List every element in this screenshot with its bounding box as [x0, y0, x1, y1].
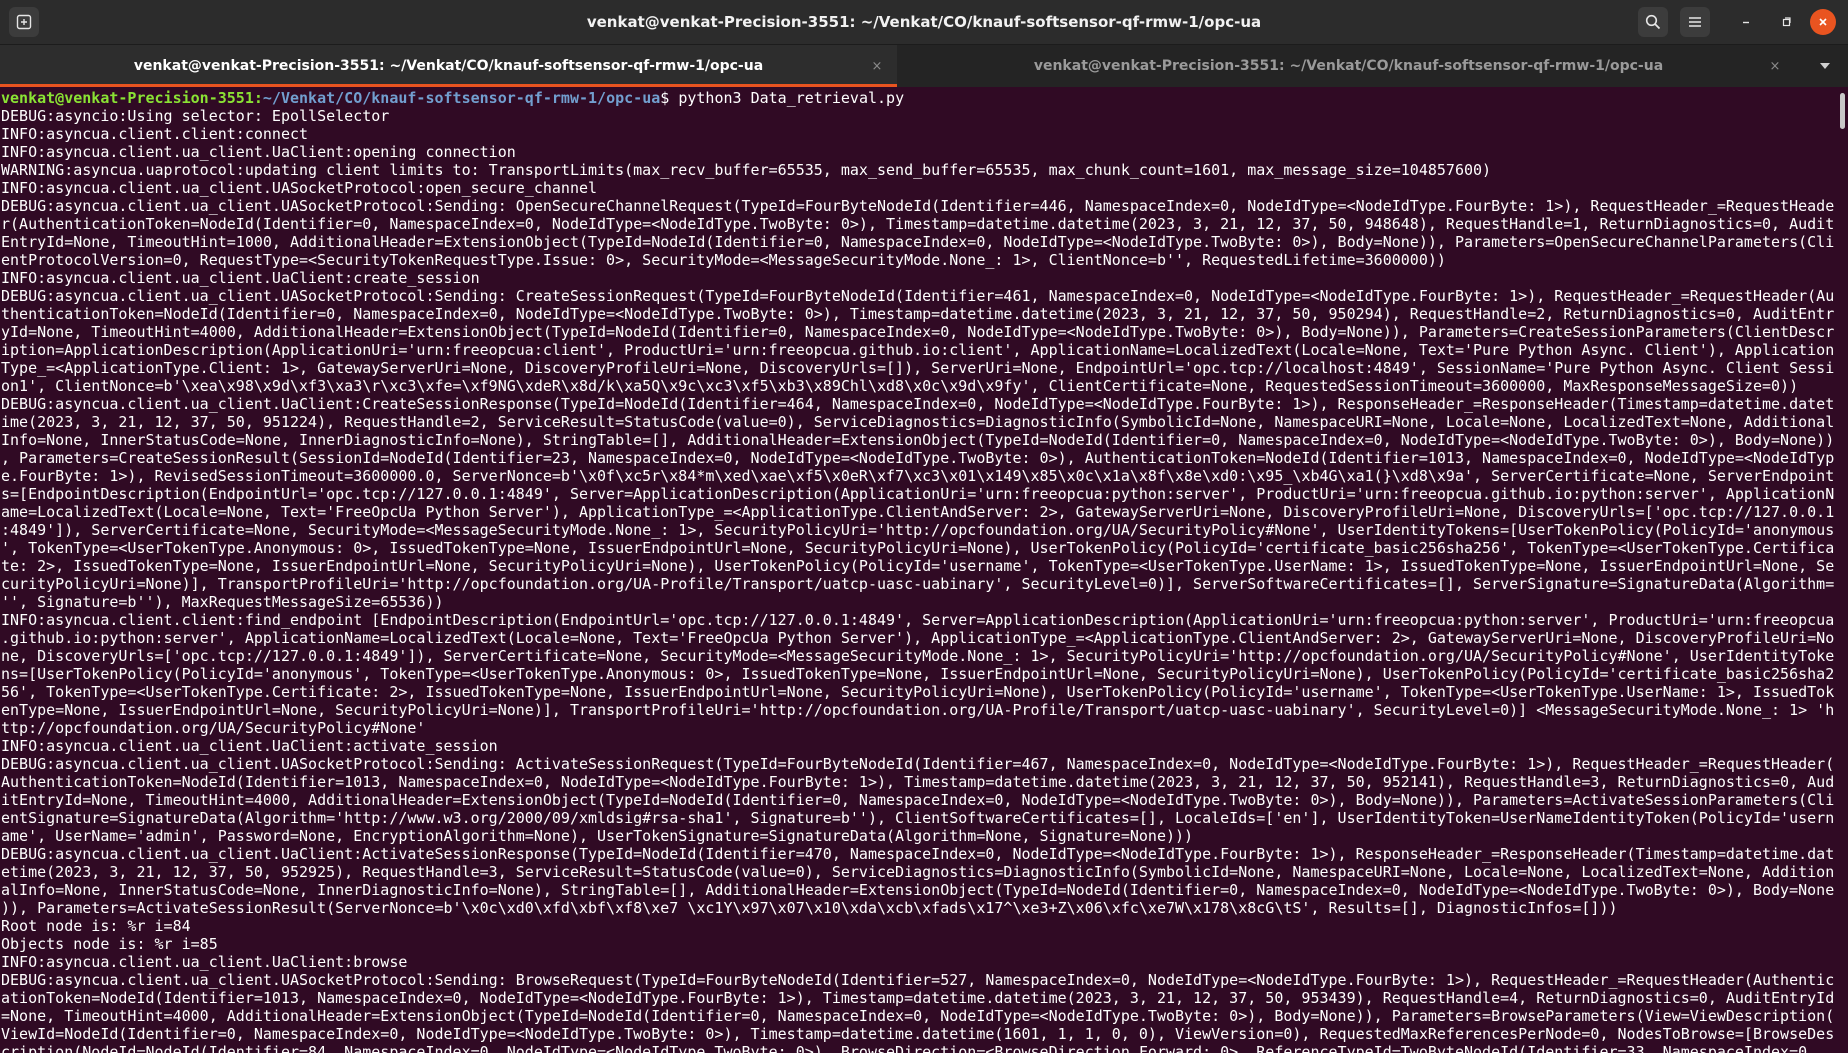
search-icon [1645, 14, 1661, 30]
tab-label: venkat@venkat-Precision-3551: ~/Venkat/C… [133, 58, 764, 74]
minimize-button[interactable] [1731, 7, 1761, 37]
terminal-line: DEBUG:asyncua.client.ua_client.UASocketP… [1, 287, 1835, 305]
terminal-line: ', TokenType=<UserTokenType.Anonymous: 0… [1, 539, 1835, 557]
terminal-line: '', Signature=b''), MaxRequestMessageSiz… [1, 593, 444, 611]
maximize-button[interactable] [1771, 7, 1801, 37]
prompt-symbol: $ [660, 89, 679, 107]
window-titlebar: venkat@venkat-Precision-3551: ~/Venkat/C… [0, 0, 1848, 45]
terminal-lines: venkat@venkat-Precision-3551:~/Venkat/CO… [0, 89, 1836, 1053]
prompt-command: python3 Data_retrieval.py [678, 89, 905, 107]
terminal-line: Info=None, InnerStatusCode=None, InnerDi… [1, 431, 1835, 449]
tab-close-icon[interactable]: × [1766, 57, 1784, 75]
terminal-line: te: 2>, IssuedTokenType=None, IssuerEndp… [1, 557, 1835, 575]
terminal-line: etime(2023, 3, 21, 12, 37, 50, 952925), … [1, 863, 1835, 881]
tab-terminal-1[interactable]: venkat@venkat-Precision-3551: ~/Venkat/C… [0, 45, 897, 87]
terminal-line: on1', ClientNonce=b'\xea\x98\x9d\xf3\xa3… [1, 377, 1799, 395]
terminal-line: alInfo=None, InnerStatusCode=None, Inner… [1, 881, 1835, 899]
search-button[interactable] [1638, 7, 1668, 37]
window-title: venkat@venkat-Precision-3551: ~/Venkat/C… [586, 13, 1262, 31]
chevron-down-icon[interactable] [1818, 61, 1832, 71]
terminal-line: ne, DiscoveryUrls=['opc.tcp://127.0.0.1:… [1, 647, 1835, 665]
terminal-line: EntryId=None, TimeoutHint=1000, Addition… [1, 233, 1835, 251]
maximize-icon [1782, 17, 1791, 27]
terminal-line: :4849']), ServerCertificate=None, Securi… [1, 521, 1835, 539]
terminal-line: itEntryId=None, TimeoutHint=4000, Additi… [1, 791, 1835, 809]
prompt-user-host: venkat@venkat-Precision-3551 [1, 89, 254, 107]
terminal-line: cription(NodeId=NodeId(Identifier=84, Na… [1, 1043, 1808, 1053]
tab-label: venkat@venkat-Precision-3551: ~/Venkat/C… [1033, 58, 1664, 74]
terminal-line: INFO:asyncua.client.ua_client.UaClient:o… [1, 143, 516, 161]
prompt-path: ~/Venkat/CO/knauf-softsensor-qf-rmw-1/op… [262, 89, 661, 107]
terminal-line: DEBUG:asyncua.client.ua_client.UASocketP… [1, 971, 1835, 989]
terminal-line: thenticationToken=NodeId(Identifier=0, N… [1, 305, 1835, 323]
terminal-line: ime(2023, 3, 21, 12, 37, 50, 951224), Re… [1, 413, 1835, 431]
hamburger-menu-icon [1689, 17, 1701, 27]
terminal-scrollbar[interactable] [1837, 89, 1848, 1053]
terminal-line: ViewId=NodeId(Identifier=0, NamespaceInd… [1, 1025, 1835, 1043]
terminal-line: e.FourByte: 1>), RevisedSessionTimeout=3… [1, 467, 1835, 485]
terminal-line: Root node is: %r i=84 [1, 917, 191, 935]
terminal-line: ationToken=NodeId(Identifier=1013, Names… [1, 989, 1835, 1007]
terminal-line: curityPolicyUri=None)], TransportProfile… [1, 575, 1835, 593]
terminal-line: DEBUG:asyncua.client.ua_client.UaClient:… [1, 845, 1835, 863]
menu-button[interactable] [1680, 7, 1710, 37]
terminal-output[interactable]: venkat@venkat-Precision-3551:~/Venkat/CO… [0, 89, 1836, 1053]
terminal-line: =None, TimeoutHint=4000, AdditionalHeade… [1, 1007, 1835, 1025]
scrollbar-thumb[interactable] [1840, 93, 1845, 129]
close-icon [1819, 18, 1827, 26]
terminal-line: entSignature=SignatureData(Algorithm='ht… [1, 809, 1835, 827]
terminal-line: ame', UserName='admin', Password=None, E… [1, 827, 1194, 845]
terminal-line: INFO:asyncua.client.ua_client.UaClient:a… [1, 737, 498, 755]
terminal-line: enType=None, IssuerEndpointUrl=None, Sec… [1, 701, 1835, 719]
terminal-line: INFO:asyncua.client.client:find_endpoint… [1, 611, 1835, 629]
terminal-line: DEBUG:asyncua.client.ua_client.UaClient:… [1, 395, 1835, 413]
terminal-line: .github.io:python:server', ApplicationNa… [1, 629, 1835, 647]
terminal-line: INFO:asyncua.client.ua_client.UaClient:c… [1, 269, 480, 287]
tab-close-icon[interactable]: × [868, 57, 886, 75]
close-button[interactable] [1810, 9, 1836, 35]
terminal-line: yId=None, TimeoutHint=4000, AdditionalHe… [1, 323, 1835, 341]
terminal-line: 56', TokenType=<UserTokenType.Certificat… [1, 683, 1835, 701]
terminal-line: DEBUG:asyncua.client.ua_client.UASocketP… [1, 755, 1835, 773]
terminal-line: ame=LocalizedText(Locale=None, Text='Fre… [1, 503, 1835, 521]
terminal-line: , Parameters=CreateSessionResult(Session… [1, 449, 1835, 467]
terminal-line: DEBUG:asyncua.client.ua_client.UASocketP… [1, 197, 1835, 215]
minimize-icon [1743, 21, 1749, 24]
terminal-line: AuthenticationToken=NodeId(Identifier=10… [1, 773, 1835, 791]
terminal-line: INFO:asyncua.client.ua_client.UaClient:b… [1, 953, 408, 971]
terminal-line: WARNING:asyncua.uaprotocol:updating clie… [1, 161, 1492, 179]
terminal-line: Type_=<ApplicationType.Client: 1>, Gatew… [1, 359, 1835, 377]
terminal-line: INFO:asyncua.client.ua_client.UASocketPr… [1, 179, 598, 197]
terminal-line: )), Parameters=ActivateSessionResult(Ser… [1, 899, 1618, 917]
terminal-line: Objects node is: %r i=85 [1, 935, 218, 953]
terminal-line: entProtocolVersion=0, RequestType=<Secur… [1, 251, 1446, 269]
prompt-separator: : [253, 89, 263, 107]
terminal-line: ns=[UserTokenPolicy(PolicyId='anonymous'… [1, 665, 1835, 683]
terminal-line: r(AuthenticationToken=NodeId(Identifier=… [1, 215, 1835, 233]
terminal-line: s=[EndpointDescription(EndpointUrl='opc.… [1, 485, 1835, 503]
terminal-line: DEBUG:asyncio:Using selector: EpollSelec… [1, 107, 390, 125]
terminal-line: iption=ApplicationDescription(Applicatio… [1, 341, 1835, 359]
tab-bar: venkat@venkat-Precision-3551: ~/Venkat/C… [0, 45, 1848, 87]
terminal-line: ttp://opcfoundation.org/UA/SecurityPolic… [1, 719, 426, 737]
terminal-line: INFO:asyncua.client.client:connect [1, 125, 309, 143]
prompt-line: venkat@venkat-Precision-3551:~/Venkat/CO… [1, 89, 1836, 107]
tab-terminal-2[interactable]: venkat@venkat-Precision-3551: ~/Venkat/C… [900, 45, 1797, 87]
